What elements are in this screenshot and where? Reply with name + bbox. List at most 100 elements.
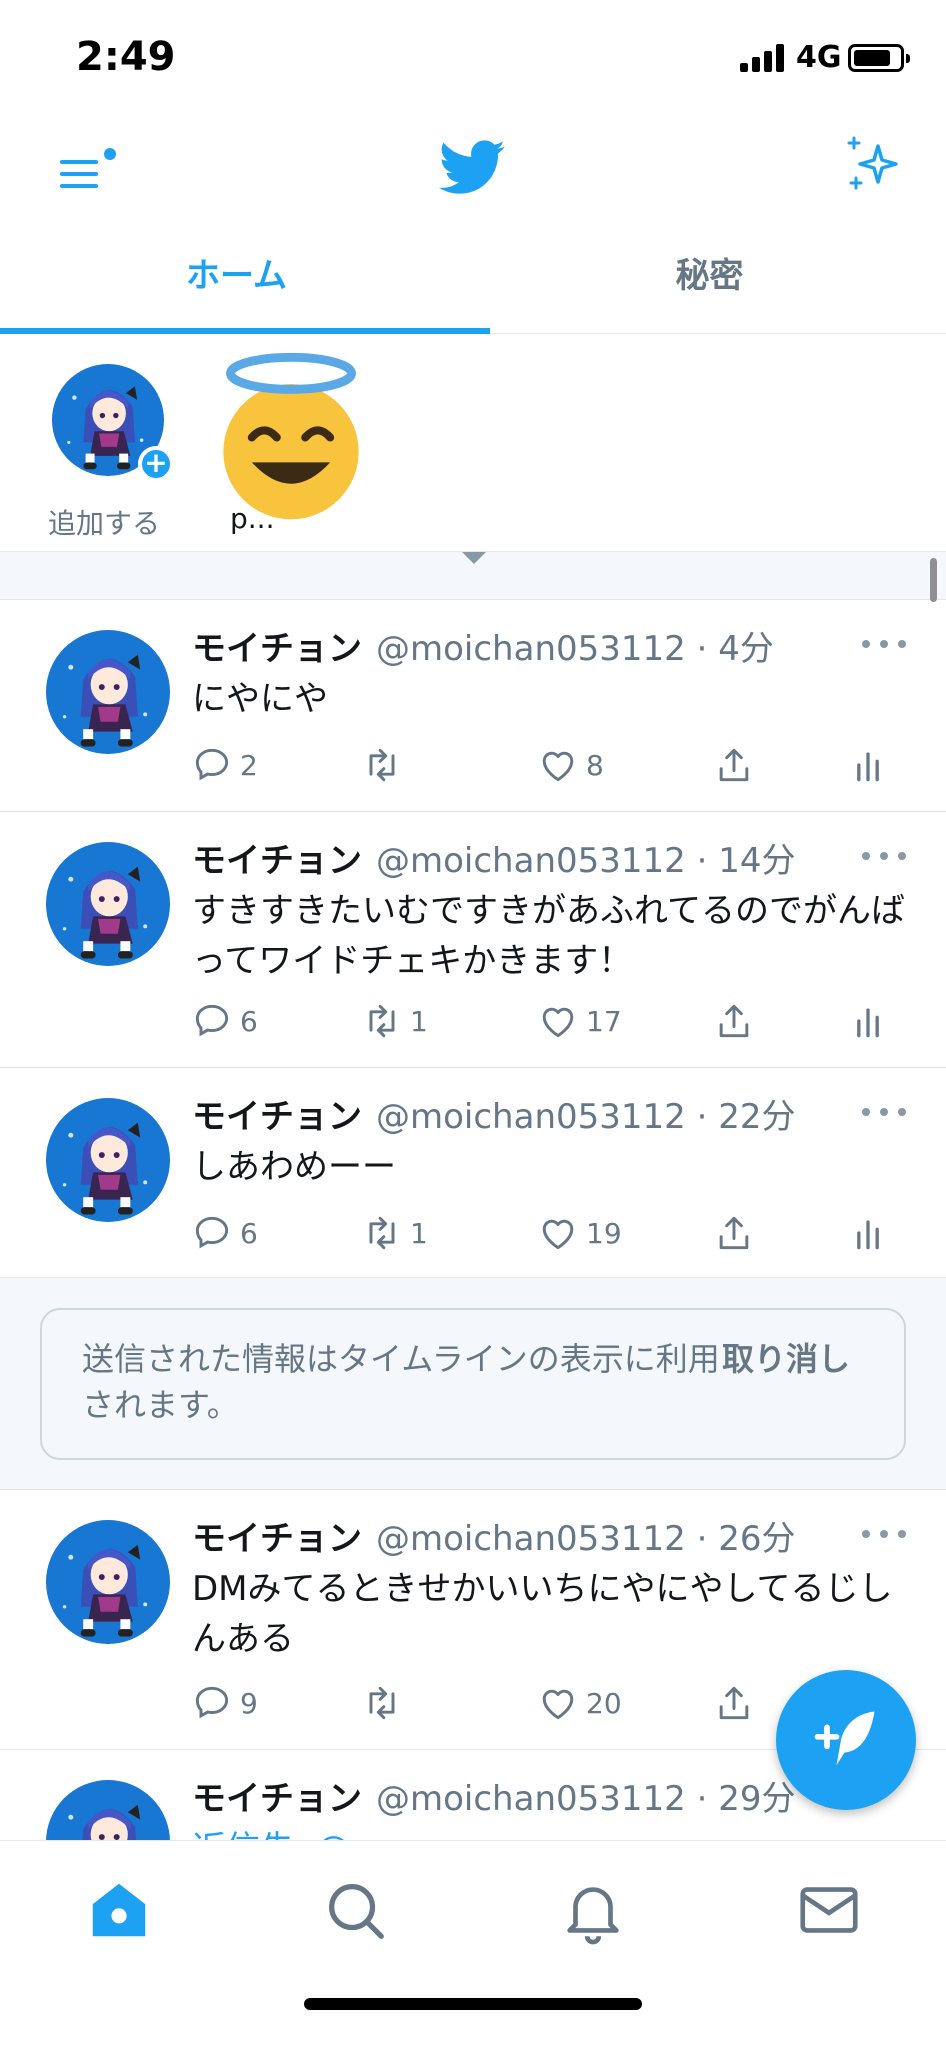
share-button[interactable] bbox=[712, 1208, 756, 1258]
share-icon bbox=[719, 1686, 749, 1720]
author-handle[interactable]: @moichan053112 bbox=[376, 1519, 686, 1559]
messages-envelope-icon[interactable] bbox=[794, 1875, 864, 1945]
share-icon bbox=[719, 748, 749, 782]
reply-icon bbox=[195, 1004, 229, 1037]
avatar[interactable] bbox=[46, 842, 170, 966]
author-name[interactable]: モイチョン bbox=[192, 629, 362, 669]
like-count: 17 bbox=[586, 1004, 622, 1038]
like-count: 8 bbox=[586, 748, 604, 782]
reply-button[interactable]: 2 bbox=[190, 740, 258, 790]
tweet-time: · 4分 bbox=[696, 629, 774, 669]
heart-icon bbox=[542, 751, 574, 782]
home-indicator[interactable] bbox=[304, 1998, 642, 2010]
avatar[interactable] bbox=[46, 1098, 170, 1222]
tweet[interactable]: モイチョン @moichan053112 · 14分 すきすきたいむですきがあふれ… bbox=[0, 812, 946, 1068]
like-button[interactable]: 19 bbox=[536, 1208, 622, 1258]
tweet-actions: 6 1 17 bbox=[190, 996, 910, 1046]
bottom-navigation bbox=[0, 1840, 946, 2048]
tweet-time: · 29分 bbox=[696, 1779, 796, 1819]
author-name[interactable]: モイチョン bbox=[192, 1779, 362, 1819]
share-button[interactable] bbox=[712, 996, 756, 1046]
retweet-count: 1 bbox=[410, 1216, 428, 1250]
tweet-actions: 2 8 bbox=[190, 740, 910, 790]
fleets-divider[interactable] bbox=[0, 552, 946, 600]
sparkle-icon[interactable] bbox=[844, 134, 904, 194]
more-options-icon[interactable] bbox=[860, 1096, 908, 1126]
add-fleet-button[interactable]: + 追加する bbox=[48, 364, 174, 540]
more-options-icon[interactable] bbox=[860, 1518, 908, 1548]
notifications-bell-icon[interactable] bbox=[558, 1875, 628, 1945]
author-handle[interactable]: @moichan053112 bbox=[376, 1097, 686, 1137]
tab-secret[interactable]: 秘密 bbox=[473, 236, 946, 334]
smiling-face-with-halo-icon bbox=[223, 352, 359, 520]
retweet-button[interactable] bbox=[360, 1678, 410, 1728]
tweet[interactable]: モイチョン @moichan053112 · 22分 しあわめーー 6 1 19 bbox=[0, 1068, 946, 1278]
reply-icon bbox=[195, 1216, 229, 1249]
author-handle[interactable]: @moichan053112 bbox=[376, 841, 686, 881]
avatar[interactable] bbox=[46, 1520, 170, 1644]
author-handle[interactable]: @moichan053112 bbox=[376, 629, 686, 669]
tweet-actions: 6 1 19 bbox=[190, 1208, 910, 1258]
scrollbar[interactable] bbox=[930, 558, 937, 602]
top-header bbox=[0, 110, 946, 230]
tweet[interactable]: モイチョン @moichan053112 · 4分 にやにや 2 8 bbox=[0, 600, 946, 812]
author-handle[interactable]: @moichan053112 bbox=[376, 1779, 686, 1819]
network-type: 4G bbox=[796, 40, 842, 75]
tweet-header: モイチョン @moichan053112 · 26分 bbox=[192, 1516, 796, 1562]
undo-button[interactable]: 取り消し bbox=[722, 1336, 850, 1382]
like-button[interactable]: 8 bbox=[536, 740, 604, 790]
analytics-icon bbox=[857, 752, 879, 782]
tweet-time: · 14分 bbox=[696, 841, 796, 881]
twitter-bird-icon[interactable] bbox=[436, 134, 510, 200]
author-name[interactable]: モイチョン bbox=[192, 841, 362, 881]
retweet-icon bbox=[369, 1216, 395, 1250]
reply-count: 6 bbox=[240, 1216, 258, 1250]
tweet-header: モイチョン @moichan053112 · 22分 bbox=[192, 1094, 796, 1140]
analytics-button[interactable] bbox=[846, 996, 890, 1046]
tweet-text: すきすきたいむですきがあふれてるのでがんばってワイドチェキかきます！ bbox=[192, 891, 905, 981]
tweet-text: にやにや bbox=[192, 679, 328, 719]
share-icon bbox=[719, 1216, 749, 1250]
analytics-button[interactable] bbox=[846, 740, 890, 790]
share-button[interactable] bbox=[712, 1678, 756, 1728]
retweet-icon bbox=[369, 1004, 395, 1038]
tweet-time: · 22分 bbox=[696, 1097, 796, 1137]
feedback-notice-text: 送信された情報はタイムラインの表示に利用されます。 bbox=[82, 1340, 720, 1424]
retweet-button[interactable]: 1 bbox=[360, 1208, 428, 1258]
tweet-text: しあわめーー bbox=[192, 1147, 396, 1187]
retweet-button[interactable]: 1 bbox=[360, 996, 428, 1046]
feedback-notice-area: 送信された情報はタイムラインの表示に利用されます。 取り消し bbox=[0, 1278, 946, 1490]
reply-count: 2 bbox=[240, 748, 258, 782]
author-name[interactable]: モイチョン bbox=[192, 1097, 362, 1137]
heart-icon bbox=[542, 1007, 574, 1038]
reply-button[interactable]: 9 bbox=[190, 1678, 258, 1728]
reply-button[interactable]: 6 bbox=[190, 1208, 258, 1258]
timeline-tabs: ホーム 秘密 bbox=[0, 236, 946, 334]
like-button[interactable]: 17 bbox=[536, 996, 622, 1046]
like-button[interactable]: 20 bbox=[536, 1678, 622, 1728]
retweet-icon bbox=[369, 1686, 395, 1720]
caret-down-icon bbox=[462, 552, 486, 564]
avatar[interactable] bbox=[46, 630, 170, 754]
analytics-button[interactable] bbox=[846, 1208, 890, 1258]
retweet-button[interactable] bbox=[360, 740, 410, 790]
tweet-header: モイチョン @moichan053112 · 14分 bbox=[192, 838, 796, 884]
add-fleet-label: 追加する bbox=[48, 507, 161, 540]
feedback-notice: 送信された情報はタイムラインの表示に利用されます。 取り消し bbox=[40, 1308, 906, 1460]
home-icon[interactable] bbox=[84, 1875, 154, 1945]
search-icon[interactable] bbox=[320, 1875, 390, 1945]
author-name[interactable]: モイチョン bbox=[192, 1519, 362, 1559]
heart-icon bbox=[542, 1689, 574, 1720]
retweet-count: 1 bbox=[410, 1004, 428, 1038]
analytics-icon bbox=[857, 1008, 879, 1038]
more-options-icon[interactable] bbox=[860, 628, 908, 658]
hamburger-menu-icon[interactable] bbox=[54, 148, 116, 200]
tab-home[interactable]: ホーム bbox=[0, 236, 473, 334]
more-options-icon[interactable] bbox=[860, 840, 908, 870]
battery-icon bbox=[848, 44, 910, 72]
compose-tweet-button[interactable] bbox=[776, 1670, 916, 1810]
share-button[interactable] bbox=[712, 740, 756, 790]
reply-button[interactable]: 6 bbox=[190, 996, 258, 1046]
like-count: 20 bbox=[586, 1686, 622, 1720]
signal-strength-icon bbox=[740, 44, 786, 72]
